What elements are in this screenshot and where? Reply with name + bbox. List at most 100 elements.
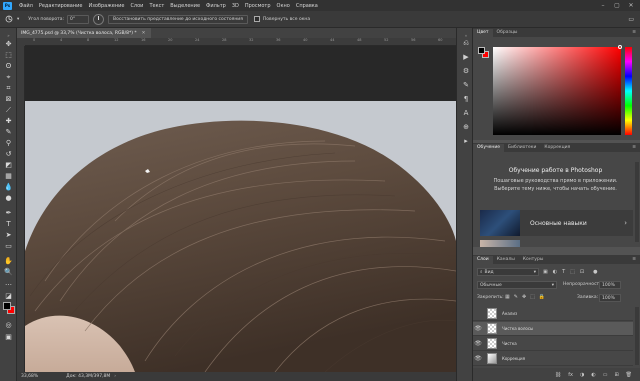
tab-adjustments[interactable]: Коррекция [540,144,574,152]
menu-select[interactable]: Выделение [167,3,203,9]
document-tab[interactable]: IMG_4775.psd @ 33,7% (Чистка волоса, RGB… [17,28,151,38]
hand-tool-icon[interactable]: ✋ [3,256,14,266]
blur-tool-icon[interactable]: 💧 [3,182,14,192]
opacity-field[interactable]: 100% [599,281,621,289]
tab-learn[interactable]: Обучение [473,144,505,152]
filter-type-icon[interactable]: T [562,268,565,276]
topic-thumbnail-2[interactable] [480,240,520,247]
color-panel-menu-icon[interactable]: ≡ [628,29,640,37]
learn-panel-menu-icon[interactable]: ≡ [628,144,640,152]
layer-style-icon[interactable]: fx [568,372,573,378]
layer-visibility-off-icon[interactable] [473,309,483,319]
close-document-icon[interactable]: ✕ [142,31,146,36]
timeline-panel-icon[interactable]: ▸ [461,136,471,146]
tab-libraries[interactable]: Библиотеки [504,144,540,152]
eye-icon[interactable]: 👁 [473,354,483,364]
lock-all-icon[interactable]: 🔒 [539,294,545,300]
frame-tool-icon[interactable]: ⊠ [3,94,14,104]
menu-window[interactable]: Окно [274,3,293,9]
menu-help[interactable]: Справка [293,3,321,9]
history-panel-icon[interactable]: ⎌ [461,38,471,48]
brush-settings-icon[interactable]: ✎ [461,80,471,90]
maximize-icon[interactable]: ▢ [610,0,624,11]
history-brush-tool-icon[interactable]: ↺ [3,149,14,159]
filter-smart-object-icon[interactable]: ⊡ [580,268,584,276]
layers-panel-menu-icon[interactable]: ≡ [628,256,640,264]
menu-3d[interactable]: 3D [229,3,242,9]
menu-view[interactable]: Просмотр [242,3,274,9]
foreground-color-swatch[interactable] [3,302,11,310]
menu-edit[interactable]: Редактирование [36,3,86,9]
character-panel-icon[interactable]: A [461,108,471,118]
eye-icon[interactable]: 👁 [473,339,483,349]
fill-field[interactable]: 100% [599,294,621,302]
status-menu-arrow-icon[interactable]: › [114,374,116,379]
menu-text[interactable]: Текст [146,3,167,9]
adjustment-layer-icon[interactable]: ◐ [591,372,595,378]
tab-channels[interactable]: Каналы [493,256,519,264]
link-layers-icon[interactable]: ⛓ [555,372,561,378]
menu-file[interactable]: Файл [16,3,36,9]
lock-artboard-icon[interactable]: ⬚ [530,294,535,300]
layer-row[interactable]: Анализ [473,307,633,321]
filter-shape-icon[interactable]: ⬚ [570,268,575,276]
shape-tool-icon[interactable]: ▭ [3,241,14,251]
color-field[interactable] [493,45,622,135]
new-layer-icon[interactable]: ⊞ [614,372,618,378]
properties-panel-icon[interactable]: ⚙ [461,66,471,76]
ruler-origin[interactable] [17,38,25,46]
eraser-tool-icon[interactable]: ◩ [3,160,14,170]
add-mask-icon[interactable]: ◑ [580,372,584,378]
learn-scrollbar[interactable] [635,162,639,242]
menu-image[interactable]: Изображение [85,3,127,9]
layer-row[interactable]: 👁 Коррекция [473,352,633,366]
rotation-dial-icon[interactable] [93,13,105,25]
screen-mode-icon[interactable]: ▣ [3,332,14,342]
filter-adjustment-icon[interactable]: ◐ [553,268,557,276]
lock-transparent-icon[interactable]: ▦ [505,294,510,300]
reset-view-button[interactable]: Восстановить представление до исходного … [108,14,248,24]
tab-color[interactable]: Цвет [473,29,493,37]
move-tool-icon[interactable]: ✥ [3,39,14,49]
menu-layers[interactable]: Слои [127,3,146,9]
marquee-tool-icon[interactable]: ⬚ [3,50,14,60]
zoom-tool-icon[interactable]: 🔍 [3,267,14,277]
clone-stamp-tool-icon[interactable]: ⚲ [3,138,14,148]
eyedropper-tool-icon[interactable]: ⟋ [3,105,14,115]
layer-row[interactable]: 👁 Чистка [473,337,633,351]
layer-row-selected[interactable]: 👁 Чистка волосы [473,322,633,336]
filter-toggle-icon[interactable]: ● [593,268,597,276]
rotation-angle-field[interactable]: 0° [67,14,90,24]
healing-brush-tool-icon[interactable]: ✚ [3,116,14,126]
paragraph-panel-icon[interactable]: ¶ [461,94,471,104]
rotate-all-windows-checkbox[interactable] [253,16,260,22]
layers-scrollbar[interactable] [635,307,639,365]
menu-filter[interactable]: Фильтр [203,3,229,9]
color-panel-fg-swatch[interactable] [478,47,485,54]
type-tool-icon[interactable]: T [3,219,14,229]
close-icon[interactable]: ✕ [624,0,638,11]
tool-preset-arrow-icon[interactable]: ▾ [17,17,19,22]
crop-tool-icon[interactable]: ⌗ [3,83,14,93]
clone-source-icon[interactable]: ⊕ [461,122,471,132]
path-selection-tool-icon[interactable]: ➤ [3,230,14,240]
filter-pixel-icon[interactable]: ▣ [543,268,548,276]
eye-icon[interactable]: 👁 [473,324,483,334]
more-tools-icon[interactable]: … [3,278,14,288]
tab-swatches[interactable]: Образцы [493,29,522,37]
layer-filter-select[interactable]: ⌕ Вид ▾ [477,268,539,276]
hue-slider[interactable] [625,47,632,135]
workspace-icon[interactable]: ▭ [628,16,634,23]
minimize-icon[interactable]: – [596,0,610,11]
quick-selection-tool-icon[interactable]: ⌖ [3,72,14,82]
dodge-tool-icon[interactable]: ● [3,193,14,203]
new-group-icon[interactable]: ▭ [603,372,608,378]
color-picker-handle[interactable] [618,45,622,49]
delete-layer-icon[interactable]: 🗑 [626,372,632,378]
actions-panel-icon[interactable]: ▶ [461,52,471,62]
learn-topic-basic-skills[interactable]: Основные навыки › [480,210,633,236]
lock-image-icon[interactable]: ✎ [514,294,518,300]
tab-paths[interactable]: Контуры [519,256,548,264]
document-image[interactable] [25,101,456,372]
gradient-tool-icon[interactable]: ▦ [3,171,14,181]
